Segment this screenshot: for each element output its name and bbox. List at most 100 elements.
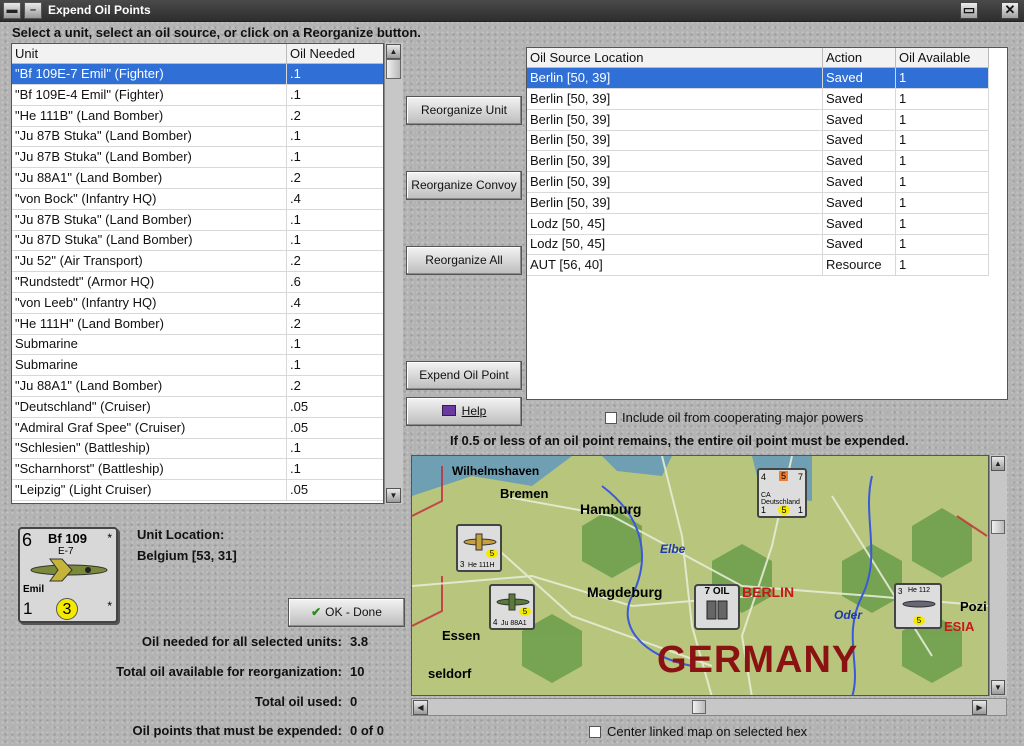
system-menu-icon[interactable]: ▬	[3, 2, 21, 19]
table-row[interactable]: "Leipzig" (Light Cruiser) .05	[12, 480, 383, 501]
table-row[interactable]: "He 111H" (Land Bomber) .2	[12, 313, 383, 335]
table-row[interactable]: "Ju 87D Stuka" (Land Bomber) .1	[12, 230, 383, 252]
strategic-map[interactable]: Wilhelmshaven Bremen Hamburg Magdeburg B…	[411, 455, 989, 696]
unit-table[interactable]: Unit Oil Needed "Bf 109E-7 Emil" (Fighte…	[11, 43, 384, 504]
column-header-oil-needed[interactable]: Oil Needed	[287, 44, 383, 64]
action-cell: Saved	[823, 130, 896, 151]
table-row[interactable]: Berlin [50, 39] Saved 1	[527, 109, 989, 131]
table-row[interactable]: "Scharnhorst" (Battleship) .1	[12, 459, 383, 481]
expend-oil-dialog: ▬ – Expend Oil Points ▭ ✕ Select a unit,…	[0, 0, 1024, 746]
table-row[interactable]: AUT [56, 40] Resource 1	[527, 255, 989, 277]
scroll-down-icon[interactable]: ▼	[991, 680, 1005, 695]
oil-source-table[interactable]: Oil Source Location Action Oil Available…	[526, 47, 1008, 400]
table-row[interactable]: "Schlesien" (Battleship) .1	[12, 438, 383, 460]
scroll-up-icon[interactable]: ▲	[386, 44, 401, 59]
unit-name-cell: "Ju 87B Stuka" (Land Bomber)	[12, 209, 287, 230]
table-row[interactable]: "Ju 52" (Air Transport) .2	[12, 251, 383, 273]
action-cell: Saved	[823, 68, 896, 88]
scroll-thumb[interactable]	[692, 700, 706, 714]
oil-needed-cell: .05	[287, 397, 383, 417]
city-bremen: Bremen	[500, 486, 549, 501]
oil-needed-cell: .1	[287, 355, 383, 375]
oil-needed-cell: .2	[287, 168, 383, 188]
table-row[interactable]: "Ju 88A1" (Land Bomber) .2	[12, 376, 383, 397]
minimize-icon[interactable]: –	[24, 2, 42, 19]
table-row[interactable]: Berlin [50, 39] Saved 1	[527, 172, 989, 193]
scroll-right-icon[interactable]: ▶	[972, 700, 987, 715]
table-row[interactable]: "Admiral Graf Spee" (Cruiser) .05	[12, 417, 383, 439]
table-row[interactable]: "Bf 109E-4 Emil" (Fighter) .1	[12, 84, 383, 106]
map-horizontal-scrollbar[interactable]: ◀ ▶	[411, 698, 1007, 716]
table-row[interactable]: "Deutschland" (Cruiser) .05	[12, 396, 383, 418]
oil-available-cell: 1	[896, 68, 989, 88]
reorganize-unit-button[interactable]: Reorganize Unit	[406, 96, 522, 125]
column-header-oil-available[interactable]: Oil Available	[896, 48, 989, 68]
city-magdeburg: Magdeburg	[587, 584, 663, 600]
table-row[interactable]: "Ju 87B Stuka" (Land Bomber) .1	[12, 147, 383, 169]
table-row[interactable]: Berlin [50, 39] Saved 1	[527, 130, 989, 152]
expend-oil-point-button[interactable]: Expend Oil Point	[406, 361, 522, 390]
unit-location-value: Belgium [53, 31]	[137, 548, 237, 563]
reorganize-all-button[interactable]: Reorganize All	[406, 246, 522, 275]
city-dusseldorf: seldorf	[428, 666, 472, 681]
map-unit-counter-he112[interactable]: He 112 3 5	[894, 583, 942, 629]
oil-needed-cell: .1	[287, 459, 383, 479]
instructions: Select a unit, select an oil source, or …	[12, 25, 421, 40]
center-map-checkbox[interactable]	[589, 726, 601, 738]
action-cell: Saved	[823, 213, 896, 234]
table-row[interactable]: Berlin [50, 39] Saved 1	[527, 88, 989, 110]
scroll-left-icon[interactable]: ◀	[413, 700, 428, 715]
restore-icon[interactable]: ▭	[960, 2, 978, 19]
city-essen: Essen	[442, 628, 481, 643]
table-row[interactable]: "von Bock" (Infantry HQ) .4	[12, 188, 383, 210]
table-row[interactable]: "Ju 87B Stuka" (Land Bomber) .1	[12, 209, 383, 231]
close-icon[interactable]: ✕	[1001, 2, 1019, 19]
table-row[interactable]: Submarine .1	[12, 334, 383, 356]
table-row[interactable]: Lodz [50, 45] Saved 1	[527, 234, 989, 256]
table-row[interactable]: "Ju 88A1" (Land Bomber) .2	[12, 168, 383, 189]
summary-label: Oil points that must be expended:	[132, 723, 342, 738]
unit-name-cell: "Ju 87B Stuka" (Land Bomber)	[12, 147, 287, 168]
action-cell: Saved	[823, 88, 896, 109]
unit-name-cell: Submarine	[12, 355, 287, 376]
table-row[interactable]: "von Leeb" (Infantry HQ) .4	[12, 292, 383, 314]
table-row[interactable]: Berlin [50, 39] Saved 1	[527, 68, 989, 89]
oil-needed-cell: .6	[287, 272, 383, 292]
table-row[interactable]: "He 111B" (Land Bomber) .2	[12, 105, 383, 127]
scroll-thumb[interactable]	[991, 520, 1005, 534]
ok-done-button[interactable]: ✔ OK - Done	[288, 598, 405, 627]
oil-source-location-cell: AUT [56, 40]	[527, 255, 823, 276]
region-label-silesia: ESIA	[944, 619, 975, 634]
table-row[interactable]: Submarine .1	[12, 355, 383, 377]
map-unit-counter-ju88a1[interactable]: 4 Ju 88A1 5	[489, 584, 535, 630]
scroll-up-icon[interactable]: ▲	[991, 456, 1005, 471]
help-button[interactable]: Help	[406, 397, 522, 426]
scroll-thumb[interactable]	[386, 59, 401, 79]
summary-value: 10	[350, 664, 365, 679]
scroll-down-icon[interactable]: ▼	[386, 488, 401, 503]
action-cell: Saved	[823, 172, 896, 192]
column-header-action[interactable]: Action	[823, 48, 896, 68]
column-header-unit[interactable]: Unit	[12, 44, 287, 64]
table-row[interactable]: Berlin [50, 39] Saved 1	[527, 192, 989, 214]
unit-table-scrollbar[interactable]: ▲ ▼	[384, 43, 403, 504]
column-header-oil-source-location[interactable]: Oil Source Location	[527, 48, 823, 68]
table-row[interactable]: "Bf 109E-7 Emil" (Fighter) .1	[12, 64, 383, 85]
unit-name-cell: "Deutschland" (Cruiser)	[12, 396, 287, 417]
counter-strength: 6	[22, 530, 33, 550]
map-unit-counter-deutschland[interactable]: 4 5 7 CA Deutschland 1 5 1	[757, 468, 807, 518]
oil-source-location-cell: Berlin [50, 39]	[527, 151, 823, 172]
reorganize-convoy-button[interactable]: Reorganize Convoy	[406, 171, 522, 200]
table-row[interactable]: "Rundstedt" (Armor HQ) .6	[12, 272, 383, 293]
unit-name-cell: "Ju 87B Stuka" (Land Bomber)	[12, 126, 287, 147]
oil-source-location-cell: Berlin [50, 39]	[527, 88, 823, 109]
map-unit-counter-he111h[interactable]: 3 He 111H 5	[456, 524, 502, 572]
map-vertical-scrollbar[interactable]: ▲ ▼	[989, 455, 1007, 696]
table-row[interactable]: "Ju 87B Stuka" (Land Bomber) .1	[12, 126, 383, 148]
counter-name: Ju 88A1	[501, 620, 527, 627]
oil-source-location-cell: Berlin [50, 39]	[527, 172, 823, 192]
table-row[interactable]: Berlin [50, 39] Saved 1	[527, 151, 989, 173]
oil-marker[interactable]: 7 OIL	[694, 584, 740, 630]
table-row[interactable]: Lodz [50, 45] Saved 1	[527, 213, 989, 235]
include-cooperating-checkbox[interactable]	[605, 412, 617, 424]
